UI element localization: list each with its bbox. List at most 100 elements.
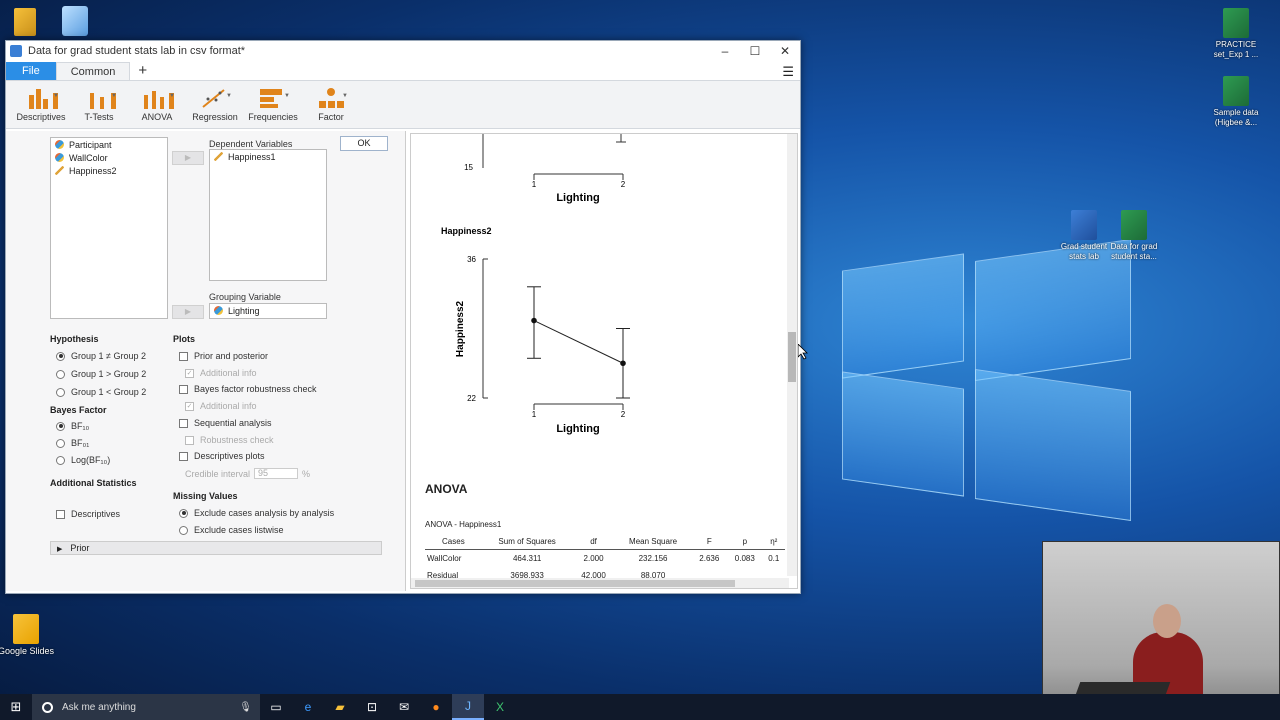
robustness-check-checkbox[interactable]: Bayes factor robustness check bbox=[179, 384, 317, 394]
regression-button[interactable]: ▼ Regression bbox=[188, 87, 242, 122]
maximize-button[interactable]: ☐ bbox=[740, 41, 770, 61]
desktop-icon-sample-data[interactable]: Sample data (Higbee &... bbox=[1204, 76, 1268, 128]
dependent-variables-label: Dependent Variables bbox=[209, 139, 293, 149]
checkbox-indicator[interactable] bbox=[179, 418, 188, 428]
microphone-icon[interactable]: 🎙 bbox=[239, 702, 252, 713]
jasp-window: Data for grad student stats lab in csv f… bbox=[5, 40, 801, 594]
log-bf10-radio[interactable]: Log(BF₁₀) bbox=[56, 455, 110, 465]
hypothesis-less-radio[interactable]: Group 1 < Group 2 bbox=[56, 387, 146, 397]
title-bar[interactable]: Data for grad student stats lab in csv f… bbox=[6, 41, 800, 61]
radio-indicator[interactable] bbox=[179, 525, 188, 535]
bf01-radio[interactable]: BF₀₁ bbox=[56, 438, 89, 448]
results-horizontal-scrollbar[interactable] bbox=[411, 578, 789, 588]
sequential-robustness-checkbox[interactable]: Robustness check bbox=[185, 435, 274, 445]
variable-item-wallcolor[interactable]: WallColor bbox=[51, 151, 167, 164]
close-button[interactable]: ✕ bbox=[770, 41, 800, 61]
app-icon bbox=[10, 45, 22, 57]
nominal-icon bbox=[214, 306, 223, 315]
results-vertical-scrollbar[interactable] bbox=[787, 134, 797, 576]
checkbox-indicator[interactable]: ✓ bbox=[185, 401, 194, 411]
checkbox-indicator[interactable] bbox=[179, 451, 188, 461]
window-title: Data for grad student stats lab in csv f… bbox=[28, 45, 246, 57]
anova-button[interactable]: ▼ ANOVA bbox=[130, 87, 184, 122]
desktop-icon-data-csv[interactable]: Data for grad student sta... bbox=[1102, 210, 1166, 262]
bf10-radio[interactable]: BF₁₀ bbox=[56, 421, 89, 431]
credible-interval-input[interactable]: 95 bbox=[254, 468, 299, 479]
taskbar: ⊞ Ask me anything 🎙 ▭ e ▰ ⊡ ✉ ● J X bbox=[0, 694, 1280, 720]
tab-file[interactable]: File bbox=[6, 62, 56, 80]
additional-info-checkbox[interactable]: ✓ Additional info bbox=[185, 368, 257, 378]
minimize-button[interactable]: – bbox=[710, 41, 740, 61]
folder-icon[interactable] bbox=[14, 8, 36, 36]
exclude-analysis-radio[interactable]: Exclude cases analysis by analysis bbox=[179, 508, 334, 518]
task-view-icon[interactable]: ▭ bbox=[260, 694, 292, 720]
anova-table-title: ANOVA - Happiness1 bbox=[425, 520, 502, 529]
add-tab-button[interactable]: + bbox=[130, 62, 155, 80]
exclude-listwise-radio[interactable]: Exclude cases listwise bbox=[179, 525, 284, 535]
plot2-y-label: Happiness2 bbox=[455, 300, 466, 357]
windows-start-icon[interactable]: ⊞ bbox=[0, 699, 32, 715]
factor-button[interactable]: ▼ Factor bbox=[304, 87, 358, 122]
radio-indicator[interactable] bbox=[56, 369, 65, 379]
grouping-item[interactable]: Lighting bbox=[210, 304, 326, 317]
menu-icon[interactable]: ☰ bbox=[782, 64, 794, 80]
scrollbar-thumb[interactable] bbox=[788, 332, 796, 382]
radio-indicator[interactable] bbox=[56, 438, 65, 448]
variables-list[interactable]: Participant WallColor Happiness2 bbox=[50, 137, 168, 319]
credible-interval-field[interactable]: Credible interval 95 % bbox=[185, 468, 310, 479]
descriptives-checkbox[interactable]: Descriptives bbox=[56, 509, 120, 519]
move-to-grouping-button[interactable]: ▶ bbox=[172, 305, 204, 319]
edge-browser-icon[interactable]: e bbox=[292, 694, 324, 720]
desktop-icon-google-slides[interactable]: Google Slides bbox=[0, 614, 58, 656]
checkbox-indicator[interactable] bbox=[56, 509, 65, 519]
frequencies-button[interactable]: ▼ Frequencies bbox=[246, 87, 300, 122]
t-tests-icon: ▼ bbox=[84, 87, 117, 109]
grouping-variable-box[interactable]: Lighting bbox=[209, 303, 327, 319]
descriptives-plots-checkbox[interactable]: Descriptives plots bbox=[179, 451, 265, 461]
hypothesis-not-equal-radio[interactable]: Group 1 ≠ Group 2 bbox=[56, 351, 146, 361]
plot2-y-tick-label: 36 bbox=[467, 255, 476, 264]
sequential-analysis-checkbox[interactable]: Sequential analysis bbox=[179, 418, 272, 428]
descriptives-button[interactable]: ▼ Descriptives bbox=[14, 87, 68, 122]
additional-statistics-title: Additional Statistics bbox=[50, 478, 137, 488]
ok-button[interactable]: OK bbox=[340, 136, 388, 151]
move-to-dependent-button[interactable]: ▶ bbox=[172, 151, 204, 165]
radio-indicator[interactable] bbox=[179, 508, 188, 518]
jasp-taskbar-icon[interactable]: J bbox=[452, 694, 484, 720]
radio-indicator[interactable] bbox=[56, 455, 65, 465]
prior-section-toggle[interactable]: ▶ Prior bbox=[50, 541, 382, 555]
results-panel[interactable]: 15 1 2 Lighting Happiness2 Happiness2 36… bbox=[410, 133, 798, 589]
scale-icon bbox=[214, 152, 223, 161]
excel-taskbar-icon[interactable]: X bbox=[484, 694, 516, 720]
tool-label: Regression bbox=[192, 112, 238, 122]
variable-item-participant[interactable]: Participant bbox=[51, 138, 167, 151]
checkbox-indicator[interactable] bbox=[179, 351, 188, 361]
recycle-bin-icon[interactable] bbox=[62, 6, 88, 36]
google-slides-icon bbox=[13, 614, 39, 644]
prior-posterior-checkbox[interactable]: Prior and posterior bbox=[179, 351, 268, 361]
radio-indicator[interactable] bbox=[56, 351, 65, 361]
radio-indicator[interactable] bbox=[56, 387, 65, 397]
dependent-variables-box[interactable]: Happiness1 bbox=[209, 149, 327, 281]
mail-icon[interactable]: ✉ bbox=[388, 694, 420, 720]
checkbox-indicator[interactable] bbox=[185, 435, 194, 445]
tab-common[interactable]: Common bbox=[55, 62, 131, 80]
anova-section-title: ANOVA bbox=[425, 482, 468, 496]
desktop-icon-practice[interactable]: PRACTICE set_Exp 1 ... bbox=[1204, 8, 1268, 60]
file-explorer-icon[interactable]: ▰ bbox=[324, 694, 356, 720]
factor-icon: ▼ bbox=[316, 87, 348, 109]
data-point bbox=[531, 317, 537, 324]
checkbox-indicator[interactable]: ✓ bbox=[185, 368, 194, 378]
store-icon[interactable]: ⊡ bbox=[356, 694, 388, 720]
firefox-icon[interactable]: ● bbox=[420, 694, 452, 720]
scrollbar-thumb[interactable] bbox=[415, 580, 735, 587]
robustness-additional-info-checkbox[interactable]: ✓ Additional info bbox=[185, 401, 257, 411]
hypothesis-greater-radio[interactable]: Group 1 > Group 2 bbox=[56, 369, 146, 379]
variable-item-happiness2[interactable]: Happiness2 bbox=[51, 164, 167, 177]
dependent-item[interactable]: Happiness1 bbox=[210, 150, 326, 163]
cortana-search-box[interactable]: Ask me anything 🎙 bbox=[32, 694, 260, 720]
missing-values-title: Missing Values bbox=[173, 491, 238, 501]
checkbox-indicator[interactable] bbox=[179, 384, 188, 394]
radio-indicator[interactable] bbox=[56, 421, 65, 431]
t-tests-button[interactable]: ▼ T-Tests bbox=[72, 87, 126, 122]
